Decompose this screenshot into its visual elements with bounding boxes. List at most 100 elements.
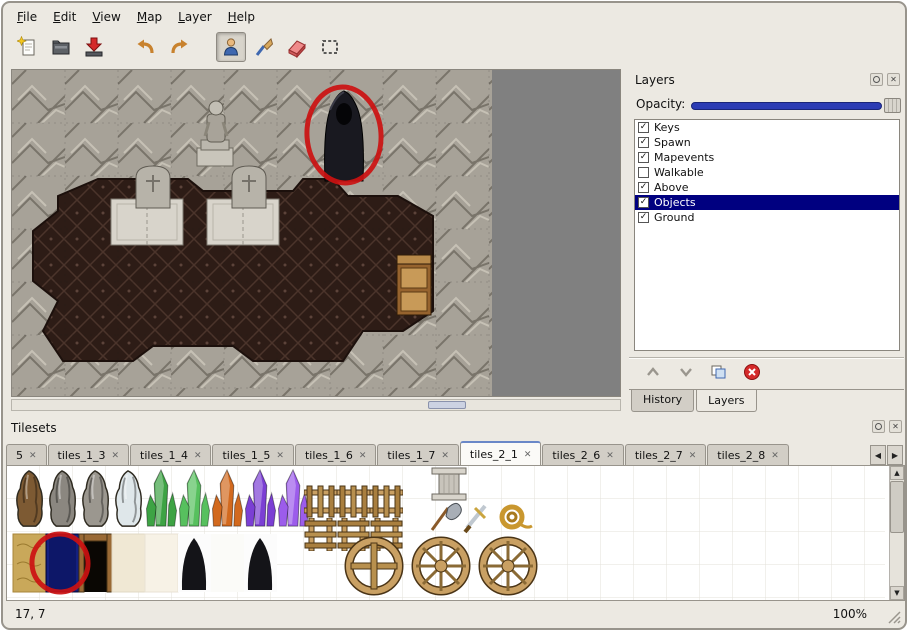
layer-row-keys[interactable]: Keys bbox=[635, 120, 899, 135]
tileset-tab-5[interactable]: tiles_1_7 ✕ bbox=[377, 444, 458, 466]
tile-track-round-spokes2[interactable] bbox=[483, 541, 533, 591]
tab-close-icon[interactable]: ✕ bbox=[276, 451, 284, 461]
tileset-tab-2[interactable]: tiles_1_4 ✕ bbox=[130, 444, 211, 466]
panel-float-button[interactable] bbox=[870, 73, 883, 86]
opacity-slider-handle[interactable] bbox=[884, 98, 901, 113]
new-file-button[interactable] bbox=[13, 32, 43, 62]
tab-scroll-right-button[interactable]: ▶ bbox=[887, 445, 903, 465]
tab-layers[interactable]: Layers bbox=[696, 390, 756, 412]
tab-close-icon[interactable]: ✕ bbox=[524, 450, 532, 460]
panel-close-button[interactable]: ✕ bbox=[889, 420, 902, 433]
tab-close-icon[interactable]: ✕ bbox=[606, 451, 614, 461]
stamp-tool-button[interactable] bbox=[216, 32, 246, 62]
tab-close-icon[interactable]: ✕ bbox=[689, 451, 697, 461]
resize-grip[interactable] bbox=[888, 611, 901, 624]
stamp-tool-icon bbox=[220, 36, 242, 58]
tilesets-panel: Tilesets ✕ 5 ✕ tiles_1_3 ✕ tiles_1_4 ✕ t… bbox=[5, 417, 906, 605]
opacity-label: Opacity: bbox=[636, 97, 685, 111]
application-window: File Edit View Map Layer Help bbox=[1, 1, 907, 630]
menu-map[interactable]: Map bbox=[129, 7, 170, 27]
tileset-canvas[interactable] bbox=[7, 466, 885, 600]
select-tool-button[interactable] bbox=[315, 32, 345, 62]
layer-delete-button[interactable] bbox=[740, 362, 764, 382]
menu-file[interactable]: File bbox=[9, 7, 45, 27]
tile-hood-figure[interactable] bbox=[178, 534, 211, 592]
layer-list: Keys Spawn Mapevents Walkable Above Obje… bbox=[634, 119, 900, 351]
tile-track-round-spokes[interactable] bbox=[416, 541, 466, 591]
layer-move-down-button[interactable] bbox=[674, 362, 698, 382]
tileset-tab-9[interactable]: tiles_2_8 ✕ bbox=[707, 444, 788, 466]
panel-float-button[interactable] bbox=[872, 420, 885, 433]
layer-row-walkable[interactable]: Walkable bbox=[635, 165, 899, 180]
layer-duplicate-button[interactable] bbox=[707, 362, 731, 382]
tab-close-icon[interactable]: ✕ bbox=[111, 451, 119, 461]
layer-row-objects[interactable]: Objects bbox=[635, 195, 899, 210]
layer-visibility-checkbox[interactable] bbox=[638, 167, 649, 178]
tileset-vertical-scrollbar[interactable]: ▲ ▼ bbox=[889, 466, 904, 600]
layer-visibility-checkbox[interactable] bbox=[638, 152, 649, 163]
tileset-tab-3[interactable]: tiles_1_5 ✕ bbox=[212, 444, 293, 466]
undo-button[interactable] bbox=[131, 32, 161, 62]
tab-close-icon[interactable]: ✕ bbox=[194, 451, 202, 461]
tile-track-round-cross[interactable] bbox=[349, 541, 399, 591]
menu-help[interactable]: Help bbox=[220, 7, 263, 27]
tileset-tab-label: tiles_2_7 bbox=[635, 449, 683, 462]
tileset-tab-7[interactable]: tiles_2_6 ✕ bbox=[542, 444, 623, 466]
tileset-tab-4[interactable]: tiles_1_6 ✕ bbox=[295, 444, 376, 466]
tile-door-frame[interactable] bbox=[79, 534, 112, 592]
tileset-content: ▲ ▼ bbox=[6, 465, 905, 601]
layer-name: Above bbox=[654, 181, 689, 194]
layer-row-spawn[interactable]: Spawn bbox=[635, 135, 899, 150]
scrollbar-thumb[interactable] bbox=[428, 401, 466, 409]
tileset-tab-6[interactable]: tiles_2_1 ✕ bbox=[460, 441, 541, 466]
open-button[interactable] bbox=[46, 32, 76, 62]
scroll-down-button[interactable]: ▼ bbox=[890, 586, 904, 600]
arrow-down-icon: ▼ bbox=[894, 589, 899, 597]
redo-button[interactable] bbox=[164, 32, 194, 62]
tileset-tab-0[interactable]: 5 ✕ bbox=[6, 444, 47, 466]
tab-close-icon[interactable]: ✕ bbox=[29, 451, 37, 461]
tileset-tab-label: tiles_1_6 bbox=[305, 449, 353, 462]
map-canvas[interactable] bbox=[12, 70, 620, 396]
tab-close-icon[interactable]: ✕ bbox=[771, 451, 779, 461]
arrow-up-icon: ▲ bbox=[894, 469, 899, 477]
tab-close-icon[interactable]: ✕ bbox=[359, 451, 367, 461]
tile-dark-doorway[interactable] bbox=[46, 534, 79, 592]
tileset-tab-1[interactable]: tiles_1_3 ✕ bbox=[48, 444, 129, 466]
tileset-tab-label: 5 bbox=[16, 449, 23, 462]
zoom-level: 100% bbox=[833, 607, 867, 621]
scroll-up-button[interactable]: ▲ bbox=[890, 466, 904, 480]
layer-move-up-button[interactable] bbox=[641, 362, 665, 382]
tab-close-icon[interactable]: ✕ bbox=[441, 451, 449, 461]
select-tool-icon bbox=[319, 36, 341, 58]
tile-hood-figure2[interactable] bbox=[244, 534, 277, 592]
map-horizontal-scrollbar[interactable] bbox=[11, 399, 621, 411]
menu-layer[interactable]: Layer bbox=[170, 7, 219, 27]
brush-tool-button[interactable] bbox=[249, 32, 279, 62]
panel-close-button[interactable]: ✕ bbox=[887, 73, 900, 86]
layer-row-ground[interactable]: Ground bbox=[635, 210, 899, 225]
tab-scroll-left-button[interactable]: ◀ bbox=[870, 445, 886, 465]
tile-floor-light[interactable] bbox=[112, 534, 178, 592]
layer-visibility-checkbox[interactable] bbox=[638, 197, 649, 208]
scrollbar-thumb[interactable] bbox=[890, 481, 904, 533]
menu-edit[interactable]: Edit bbox=[45, 7, 84, 27]
tileset-tab-label: tiles_1_4 bbox=[140, 449, 188, 462]
layer-visibility-checkbox[interactable] bbox=[638, 182, 649, 193]
layer-name: Ground bbox=[654, 211, 694, 224]
menu-view[interactable]: View bbox=[84, 7, 128, 27]
tileset-tab-8[interactable]: tiles_2_7 ✕ bbox=[625, 444, 706, 466]
save-button[interactable] bbox=[79, 32, 109, 62]
eraser-tool-icon bbox=[286, 36, 308, 58]
layer-visibility-checkbox[interactable] bbox=[638, 212, 649, 223]
layer-row-mapevents[interactable]: Mapevents bbox=[635, 150, 899, 165]
layer-row-above[interactable]: Above bbox=[635, 180, 899, 195]
opacity-slider[interactable] bbox=[691, 102, 882, 110]
new-file-icon bbox=[17, 36, 39, 58]
tile-blank[interactable] bbox=[211, 534, 244, 592]
eraser-tool-button[interactable] bbox=[282, 32, 312, 62]
layer-visibility-checkbox[interactable] bbox=[638, 137, 649, 148]
tab-history[interactable]: History bbox=[631, 390, 694, 412]
layer-visibility-checkbox[interactable] bbox=[638, 122, 649, 133]
tileset-tab-label: tiles_1_5 bbox=[222, 449, 270, 462]
